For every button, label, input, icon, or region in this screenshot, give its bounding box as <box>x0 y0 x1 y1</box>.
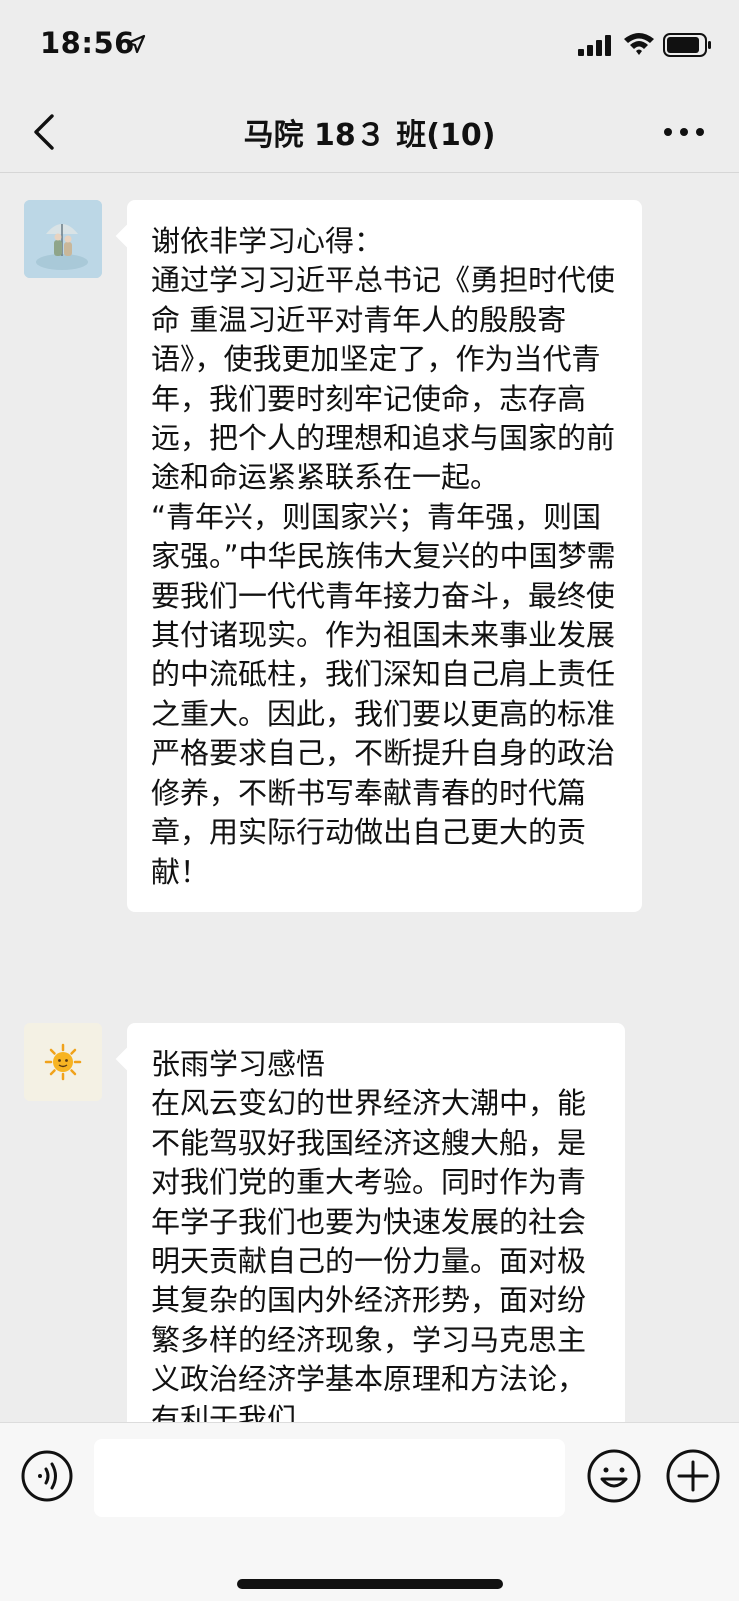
message-input[interactable] <box>94 1439 565 1517</box>
status-bar: 18:56 <box>0 0 739 92</box>
battery-icon <box>663 33 711 57</box>
more-button[interactable] <box>660 116 708 148</box>
input-bar <box>0 1422 739 1601</box>
emoji-icon <box>587 1449 641 1503</box>
message-list[interactable]: 谢依非学习心得： 通过学习习近平总书记《勇担时代使命 重温习近平对青年人的殷殷寄… <box>0 173 739 1423</box>
avatar[interactable] <box>24 200 102 278</box>
plus-button[interactable] <box>664 1447 722 1505</box>
voice-icon <box>21 1450 73 1502</box>
status-time: 18:56 <box>40 26 135 60</box>
location-arrow-icon <box>126 34 146 54</box>
voice-button[interactable] <box>20 1449 74 1503</box>
message-bubble[interactable]: 张雨学习感悟 在风云变幻的世界经济大潮中，能不能驾驭好我国经济这艘大船，是对我们… <box>127 1023 625 1423</box>
avatar[interactable] <box>24 1023 102 1101</box>
sun-icon <box>24 1023 102 1101</box>
message-bubble[interactable]: 谢依非学习心得： 通过学习习近平总书记《勇担时代使命 重温习近平对青年人的殷殷寄… <box>127 200 642 912</box>
emoji-button[interactable] <box>585 1447 643 1505</box>
avatar-landscape-icon <box>24 200 102 278</box>
chat-title: 马院 18３ 班(10) <box>243 118 496 153</box>
wifi-icon <box>624 33 654 55</box>
chat-header: 马院 18３ 班(10) <box>0 92 739 173</box>
home-indicator <box>237 1579 503 1589</box>
more-dots-icon <box>664 128 704 136</box>
plus-icon <box>666 1449 720 1503</box>
cellular-signal-icon <box>578 35 611 56</box>
